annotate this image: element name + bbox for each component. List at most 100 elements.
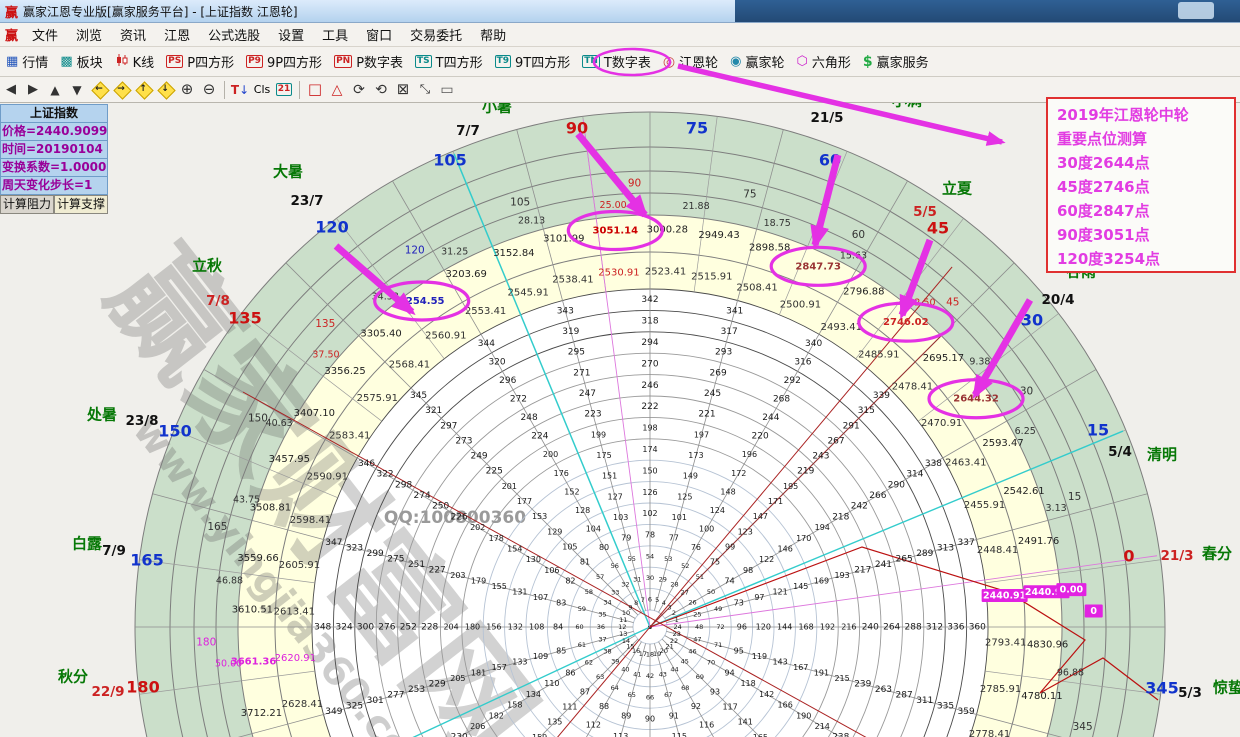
drawtool-diamond-up[interactable]: ↑ <box>132 79 154 100</box>
zoom-in-icon: ⊕ <box>181 82 194 97</box>
drawtool-rotate-ccw[interactable]: ⟲ <box>370 79 392 100</box>
drawtool-diamond-down[interactable]: ↓ <box>154 79 176 100</box>
svg-text:24: 24 <box>674 623 682 631</box>
drawtool-diamond-left[interactable]: ← <box>88 79 110 100</box>
drawtool-nav-up[interactable]: ▲ <box>44 79 66 100</box>
menu-item-2[interactable]: 资讯 <box>111 23 155 46</box>
symbol-name: 上证指数 <box>0 104 108 123</box>
svg-text:2: 2 <box>672 609 676 617</box>
svg-text:239: 239 <box>854 680 871 690</box>
svg-text:159: 159 <box>532 733 547 737</box>
drawtool-nav-down[interactable]: ▼ <box>66 79 88 100</box>
menu-item-4[interactable]: 公式选股 <box>199 23 269 46</box>
annotation-line-2: 30度2644点 <box>1057 151 1228 175</box>
svg-text:146: 146 <box>778 544 793 553</box>
svg-text:245: 245 <box>704 389 721 399</box>
svg-text:45: 45 <box>946 296 959 308</box>
menu-item-9[interactable]: 帮助 <box>471 23 515 46</box>
svg-text:34.38: 34.38 <box>372 292 399 303</box>
menu-item-8[interactable]: 交易委托 <box>401 23 471 46</box>
drawtool-screen[interactable]: ▭ <box>436 79 458 100</box>
toolbar-button-T数字表[interactable]: TNT数字表 <box>576 51 657 72</box>
menu-item-7[interactable]: 窗口 <box>357 23 401 46</box>
menu-item-5[interactable]: 设置 <box>269 23 313 46</box>
svg-text:15.63: 15.63 <box>840 251 867 262</box>
svg-text:60: 60 <box>852 229 865 241</box>
svg-text:75: 75 <box>710 558 720 567</box>
svg-text:291: 291 <box>843 421 860 431</box>
drawtool-box-x[interactable]: ⊠ <box>392 79 414 100</box>
svg-text:127: 127 <box>607 492 622 501</box>
svg-text:37: 37 <box>598 636 606 644</box>
toolbar-button-赢家服务[interactable]: $赢家服务 <box>857 51 935 72</box>
svg-text:3: 3 <box>668 603 672 611</box>
svg-text:83: 83 <box>556 599 566 608</box>
svg-text:2508.41: 2508.41 <box>736 282 777 293</box>
toolbar-label: 板块 <box>77 52 103 71</box>
drawtool-tl-marker[interactable]: T↓ <box>229 79 251 100</box>
calc-button-1[interactable]: 计算支撑 <box>54 195 108 214</box>
svg-text:53: 53 <box>664 555 672 563</box>
hexagon-icon: ⬡ <box>796 55 807 68</box>
svg-text:2448.41: 2448.41 <box>977 545 1018 556</box>
svg-text:170: 170 <box>796 534 811 543</box>
toolbar-button-赢家轮[interactable]: ◉赢家轮 <box>724 51 790 72</box>
drawtool-nav-right[interactable]: ▶ <box>22 79 44 100</box>
menu-item-1[interactable]: 浏览 <box>67 23 111 46</box>
svg-text:2949.43: 2949.43 <box>698 230 739 241</box>
toolbar-button-六角形[interactable]: ⬡六角形 <box>790 51 856 72</box>
service-dollar-icon: $ <box>863 55 873 69</box>
svg-text:25.00: 25.00 <box>600 200 627 211</box>
svg-text:37.50: 37.50 <box>312 350 339 361</box>
menu-item-6[interactable]: 工具 <box>313 23 357 46</box>
toolbar-button-9P四方形[interactable]: P99P四方形 <box>240 51 328 72</box>
svg-text:57: 57 <box>596 573 604 581</box>
svg-text:小暑: 小暑 <box>482 103 512 116</box>
svg-text:26: 26 <box>688 598 696 606</box>
svg-text:34: 34 <box>603 598 611 606</box>
svg-text:120: 120 <box>405 244 425 256</box>
svg-text:263: 263 <box>875 685 892 695</box>
svg-text:105: 105 <box>433 151 466 170</box>
svg-text:71: 71 <box>714 641 722 649</box>
menu-item-0[interactable]: 文件 <box>23 23 67 46</box>
calc-button-0[interactable]: 计算阻力 <box>0 195 54 214</box>
svg-text:3203.69: 3203.69 <box>446 269 487 280</box>
toolbar-button-K线[interactable]: K线 <box>109 51 161 72</box>
svg-text:67: 67 <box>664 691 672 699</box>
toolbar-button-P四方形[interactable]: PSP四方形 <box>160 51 240 72</box>
svg-text:165: 165 <box>753 733 768 737</box>
drawtool-zoom-in[interactable]: ⊕ <box>176 79 198 100</box>
tn-square-icon: TN <box>582 55 600 68</box>
drawtool-calendar-21[interactable]: 21 <box>273 79 295 100</box>
drawtool-rotate-cw[interactable]: ⟳ <box>348 79 370 100</box>
svg-text:168: 168 <box>798 623 813 632</box>
toolbar-button-板块[interactable]: ▩板块 <box>54 51 108 72</box>
svg-text:0.00: 0.00 <box>1060 585 1084 596</box>
svg-text:135: 135 <box>547 718 562 727</box>
drawtool-fit[interactable]: ⤡ <box>414 79 436 100</box>
svg-text:2538.41: 2538.41 <box>552 274 593 285</box>
menu-item-3[interactable]: 江恩 <box>155 23 199 46</box>
svg-text:47: 47 <box>693 636 701 644</box>
drawtool-cls[interactable]: Cls <box>251 79 273 100</box>
drawtool-triangle[interactable]: △ <box>326 79 348 100</box>
svg-text:191: 191 <box>814 668 829 677</box>
toolbar-button-行情[interactable]: ▦行情 <box>0 51 54 72</box>
svg-text:4: 4 <box>662 599 666 607</box>
svg-text:177: 177 <box>517 497 532 506</box>
toolbar-button-9T四方形[interactable]: T99T四方形 <box>489 51 577 72</box>
winner-wheel-icon: ◉ <box>730 55 741 68</box>
svg-text:194: 194 <box>815 523 830 532</box>
window-controls-area[interactable] <box>1178 2 1214 19</box>
toolbar-button-江恩轮[interactable]: ◎江恩轮 <box>657 51 724 72</box>
drawtool-rect[interactable]: □ <box>304 79 326 100</box>
calendar-icon: 21 <box>276 83 293 96</box>
toolbar-button-T四方形[interactable]: TST四方形 <box>409 51 489 72</box>
drawtool-diamond-right[interactable]: → <box>110 79 132 100</box>
svg-text:40: 40 <box>621 666 629 674</box>
drawtool-nav-left[interactable]: ◀ <box>0 79 22 100</box>
svg-text:293: 293 <box>715 348 732 358</box>
drawtool-zoom-out[interactable]: ⊖ <box>198 79 220 100</box>
toolbar-button-P数字表[interactable]: PNP数字表 <box>328 51 409 72</box>
